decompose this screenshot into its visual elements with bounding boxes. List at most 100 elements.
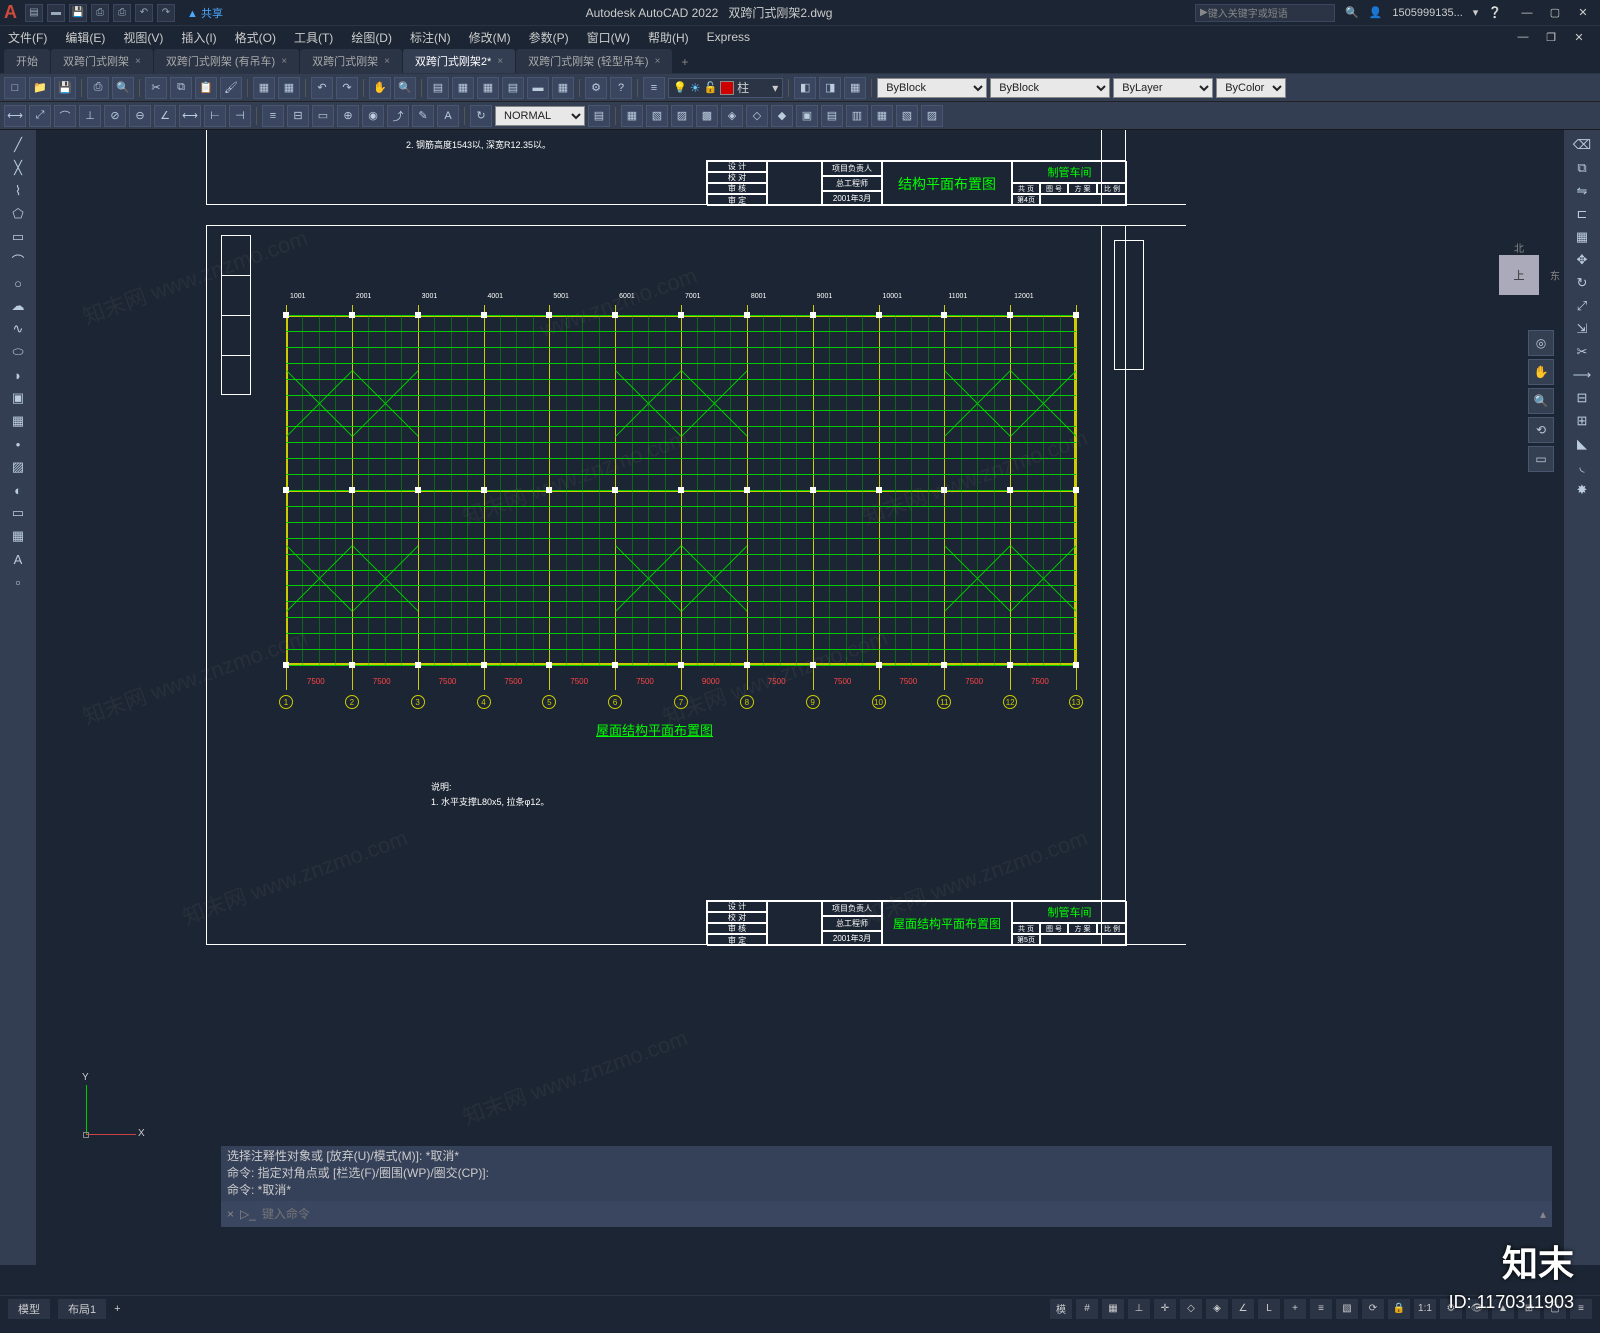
- dim-cont-icon[interactable]: ⊣: [229, 105, 251, 127]
- mirror-icon[interactable]: ⇋: [1568, 180, 1596, 202]
- et6-icon[interactable]: ◇: [746, 105, 768, 127]
- close-button[interactable]: ✕: [1570, 4, 1596, 22]
- table-icon[interactable]: ▦: [4, 525, 32, 547]
- dim-arc-icon[interactable]: ⌒: [54, 105, 76, 127]
- et4-icon[interactable]: ▩: [696, 105, 718, 127]
- tab-doc-active[interactable]: 双跨门式刚架2*×: [403, 49, 515, 73]
- extend-icon[interactable]: ⟶: [1568, 364, 1596, 386]
- status-grid-icon[interactable]: #: [1076, 1299, 1098, 1319]
- dim-dia-icon[interactable]: ⊖: [129, 105, 151, 127]
- gradient-icon[interactable]: ◐: [4, 479, 32, 501]
- region-icon[interactable]: ▭: [4, 502, 32, 524]
- drawing-canvas[interactable]: 2. 钢筋高度1543以, 深宽R12.35以。 设 计 校 对 审 核 审 定…: [36, 130, 1564, 1265]
- block-icon[interactable]: ▦: [253, 77, 275, 99]
- nav-show-icon[interactable]: ▭: [1528, 446, 1554, 472]
- dim-linear-icon[interactable]: ⟷: [4, 105, 26, 127]
- prop-icon[interactable]: ▤: [427, 77, 449, 99]
- chamfer-icon[interactable]: ◣: [1568, 433, 1596, 455]
- nav-orbit-icon[interactable]: ⟲: [1528, 417, 1554, 443]
- layer-dropdown[interactable]: 💡 ☀ 🔓 柱 ▾: [668, 78, 783, 98]
- tab-start[interactable]: 开始: [4, 49, 50, 73]
- polygon-icon[interactable]: ⬠: [4, 203, 32, 225]
- close-icon[interactable]: ×: [655, 56, 661, 67]
- undo-icon[interactable]: ↶: [311, 77, 333, 99]
- stretch-icon[interactable]: ⇲: [1568, 318, 1596, 340]
- status-scale-icon[interactable]: 1:1: [1414, 1299, 1436, 1319]
- menu-file[interactable]: 文件(F): [8, 29, 47, 46]
- viewcube-face[interactable]: 上: [1499, 255, 1539, 295]
- plotstyle-dropdown[interactable]: ByColor: [1216, 78, 1286, 98]
- et13-icon[interactable]: ▨: [921, 105, 943, 127]
- status-anno-icon[interactable]: 🔒: [1388, 1299, 1410, 1319]
- paste-icon[interactable]: 📋: [195, 77, 217, 99]
- block2-icon[interactable]: ▦: [278, 77, 300, 99]
- status-dyn-icon[interactable]: +: [1284, 1299, 1306, 1319]
- et11-icon[interactable]: ▦: [871, 105, 893, 127]
- doc-minimize-button[interactable]: —: [1510, 28, 1536, 46]
- insert-icon[interactable]: ▣: [4, 387, 32, 409]
- zoom-icon[interactable]: 🔍: [394, 77, 416, 99]
- view-cube[interactable]: 北 上 东: [1484, 240, 1554, 310]
- status-osnap-icon[interactable]: ◇: [1180, 1299, 1202, 1319]
- ssm-icon[interactable]: ▤: [502, 77, 524, 99]
- nav-wheel-icon[interactable]: ◎: [1528, 330, 1554, 356]
- ellipsearc-icon[interactable]: ◗: [4, 364, 32, 386]
- menu-window[interactable]: 窗口(W): [587, 29, 630, 46]
- center-icon[interactable]: ⊕: [337, 105, 359, 127]
- help-icon[interactable]: ❔: [1488, 6, 1502, 19]
- et8-icon[interactable]: ▣: [796, 105, 818, 127]
- block-make-icon[interactable]: ▦: [4, 410, 32, 432]
- close-icon[interactable]: ×: [384, 56, 390, 67]
- cmd-menu-icon[interactable]: ▴: [1540, 1207, 1546, 1221]
- user-name[interactable]: 1505999135...: [1392, 7, 1462, 19]
- ws-icon[interactable]: ⚙: [585, 77, 607, 99]
- user-icon[interactable]: 👤: [1369, 6, 1383, 19]
- status-trans-icon[interactable]: ▧: [1336, 1299, 1358, 1319]
- offset-icon[interactable]: ⊏: [1568, 203, 1596, 225]
- preview-icon[interactable]: 🔍: [112, 77, 134, 99]
- status-otrack-icon[interactable]: ∠: [1232, 1299, 1254, 1319]
- revcloud-icon[interactable]: ☁: [4, 295, 32, 317]
- menu-draw[interactable]: 绘图(D): [351, 29, 392, 46]
- dim-rad-icon[interactable]: ⊘: [104, 105, 126, 127]
- et10-icon[interactable]: ▥: [846, 105, 868, 127]
- arc-icon[interactable]: ⌒: [4, 249, 32, 271]
- menu-format[interactable]: 格式(O): [235, 29, 276, 46]
- menu-express[interactable]: Express: [707, 30, 750, 44]
- copy2-icon[interactable]: ⧉: [1568, 157, 1596, 179]
- model-tab[interactable]: 模型: [8, 1299, 50, 1319]
- cut-icon[interactable]: ✂: [145, 77, 167, 99]
- maximize-button[interactable]: ▢: [1542, 4, 1568, 22]
- array-icon[interactable]: ▦: [1568, 226, 1596, 248]
- color-dropdown[interactable]: ByBlock: [877, 78, 987, 98]
- match-icon[interactable]: 🖌: [220, 77, 242, 99]
- minimize-button[interactable]: —: [1514, 4, 1540, 22]
- close-icon[interactable]: ×: [281, 56, 287, 67]
- status-lwt-icon[interactable]: ≡: [1310, 1299, 1332, 1319]
- qat-undo-icon[interactable]: ↶: [135, 4, 153, 22]
- trim-icon[interactable]: ✂: [1568, 341, 1596, 363]
- mark-icon[interactable]: ▬: [527, 77, 549, 99]
- line-icon[interactable]: ╱: [4, 134, 32, 156]
- add-tab-button[interactable]: +: [673, 51, 696, 73]
- addsel-icon[interactable]: ▫: [4, 571, 32, 593]
- nav-zoom-icon[interactable]: 🔍: [1528, 388, 1554, 414]
- qat-redo-icon[interactable]: ↷: [157, 4, 175, 22]
- join-icon[interactable]: ⊞: [1568, 410, 1596, 432]
- close-icon[interactable]: ×: [497, 56, 503, 67]
- rotate-icon[interactable]: ↻: [1568, 272, 1596, 294]
- dim-ang-icon[interactable]: ∠: [154, 105, 176, 127]
- menu-tools[interactable]: 工具(T): [294, 29, 333, 46]
- close-cmd-icon[interactable]: ×: [227, 1207, 234, 1221]
- tab-doc-5[interactable]: 双跨门式刚架 (轻型吊车)×: [516, 49, 672, 73]
- help2-icon[interactable]: ?: [610, 77, 632, 99]
- dimtext-icon[interactable]: A: [437, 105, 459, 127]
- hatch-icon[interactable]: ▨: [4, 456, 32, 478]
- menu-edit[interactable]: 编辑(E): [65, 29, 105, 46]
- status-ducs-icon[interactable]: L: [1258, 1299, 1280, 1319]
- status-model-icon[interactable]: 模: [1050, 1299, 1072, 1319]
- tab-doc-2[interactable]: 双跨门式刚架 (有吊车)×: [154, 49, 299, 73]
- save-icon[interactable]: 💾: [54, 77, 76, 99]
- dim-ord-icon[interactable]: ⊥: [79, 105, 101, 127]
- fillet-icon[interactable]: ◟: [1568, 456, 1596, 478]
